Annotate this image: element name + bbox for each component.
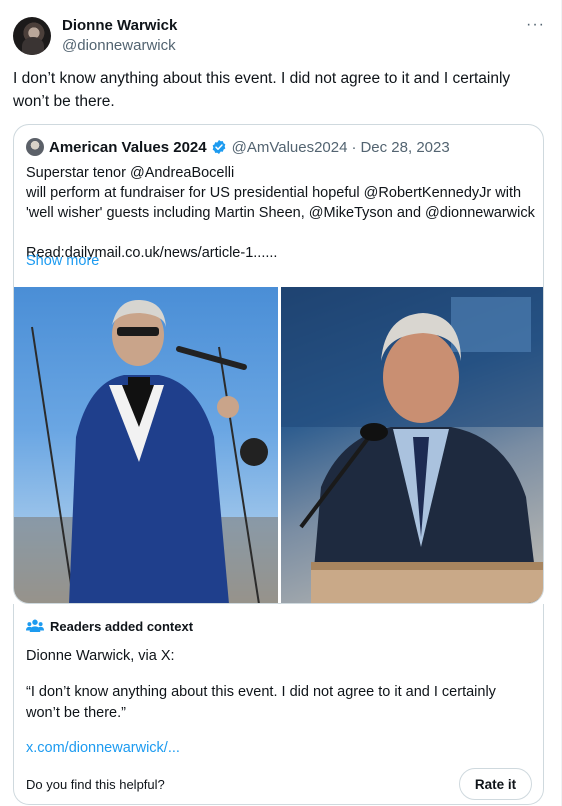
photo-speaker-icon[interactable]: [281, 287, 543, 603]
community-note-header: Readers added context: [26, 618, 193, 634]
show-more-link[interactable]: Show more: [26, 253, 99, 269]
note-source-link[interactable]: x.com/dionnewarwick/...: [26, 740, 180, 756]
quoted-author-name[interactable]: American Values 2024: [49, 139, 207, 156]
header-separator: ·: [351, 138, 357, 156]
quoted-tweet-card[interactable]: American Values 2024 @AmValues2024 · Dec…: [13, 124, 544, 604]
quoted-text-line: Read:dailymail.co.uk/news/article-1.....…: [26, 245, 278, 261]
author-handle[interactable]: @dionnewarwick: [62, 37, 176, 54]
note-source-line: Dionne Warwick, via X:: [26, 648, 175, 664]
quoted-text-line: 'well wisher' guests including Martin Sh…: [26, 205, 535, 221]
note-quote: “I don’t know anything about this event.…: [26, 684, 496, 721]
community-note-title: Readers added context: [50, 618, 194, 634]
quoted-text-line: will perform at fundraiser for US presid…: [26, 185, 522, 201]
singer-illustration: [14, 299, 278, 603]
photo-singer-icon[interactable]: [14, 287, 278, 603]
quoted-tweet-text: Superstar tenor @AndreaBocelli will perf…: [26, 163, 538, 263]
rate-it-button[interactable]: Rate it: [459, 768, 532, 800]
quoted-author-handle[interactable]: @AmValues2024: [232, 139, 348, 156]
author-name[interactable]: Dionne Warwick: [62, 17, 177, 34]
quoted-author-avatar[interactable]: [26, 138, 44, 156]
quoted-media[interactable]: [14, 287, 543, 603]
verified-badge-icon: [212, 140, 225, 154]
speaker-illustration: [281, 287, 543, 603]
tweet-header: Dionne Warwick @dionnewarwick ···: [13, 14, 548, 58]
quoted-text-line: [26, 223, 538, 243]
more-options-icon[interactable]: ···: [526, 17, 545, 33]
quoted-text-line: Superstar tenor @AndreaBocelli: [26, 165, 235, 181]
quoted-tweet-header: American Values 2024 @AmValues2024 · Dec…: [26, 137, 450, 157]
helpful-prompt: Do you find this helpful?: [26, 777, 165, 792]
quoted-tweet-date[interactable]: Dec 28, 2023: [360, 139, 449, 156]
tweet-text: I don’t know anything about this event. …: [13, 70, 511, 110]
community-note: Readers added context Dionne Warwick, vi…: [13, 604, 544, 805]
author-avatar[interactable]: [13, 17, 51, 55]
people-icon: [26, 619, 44, 632]
